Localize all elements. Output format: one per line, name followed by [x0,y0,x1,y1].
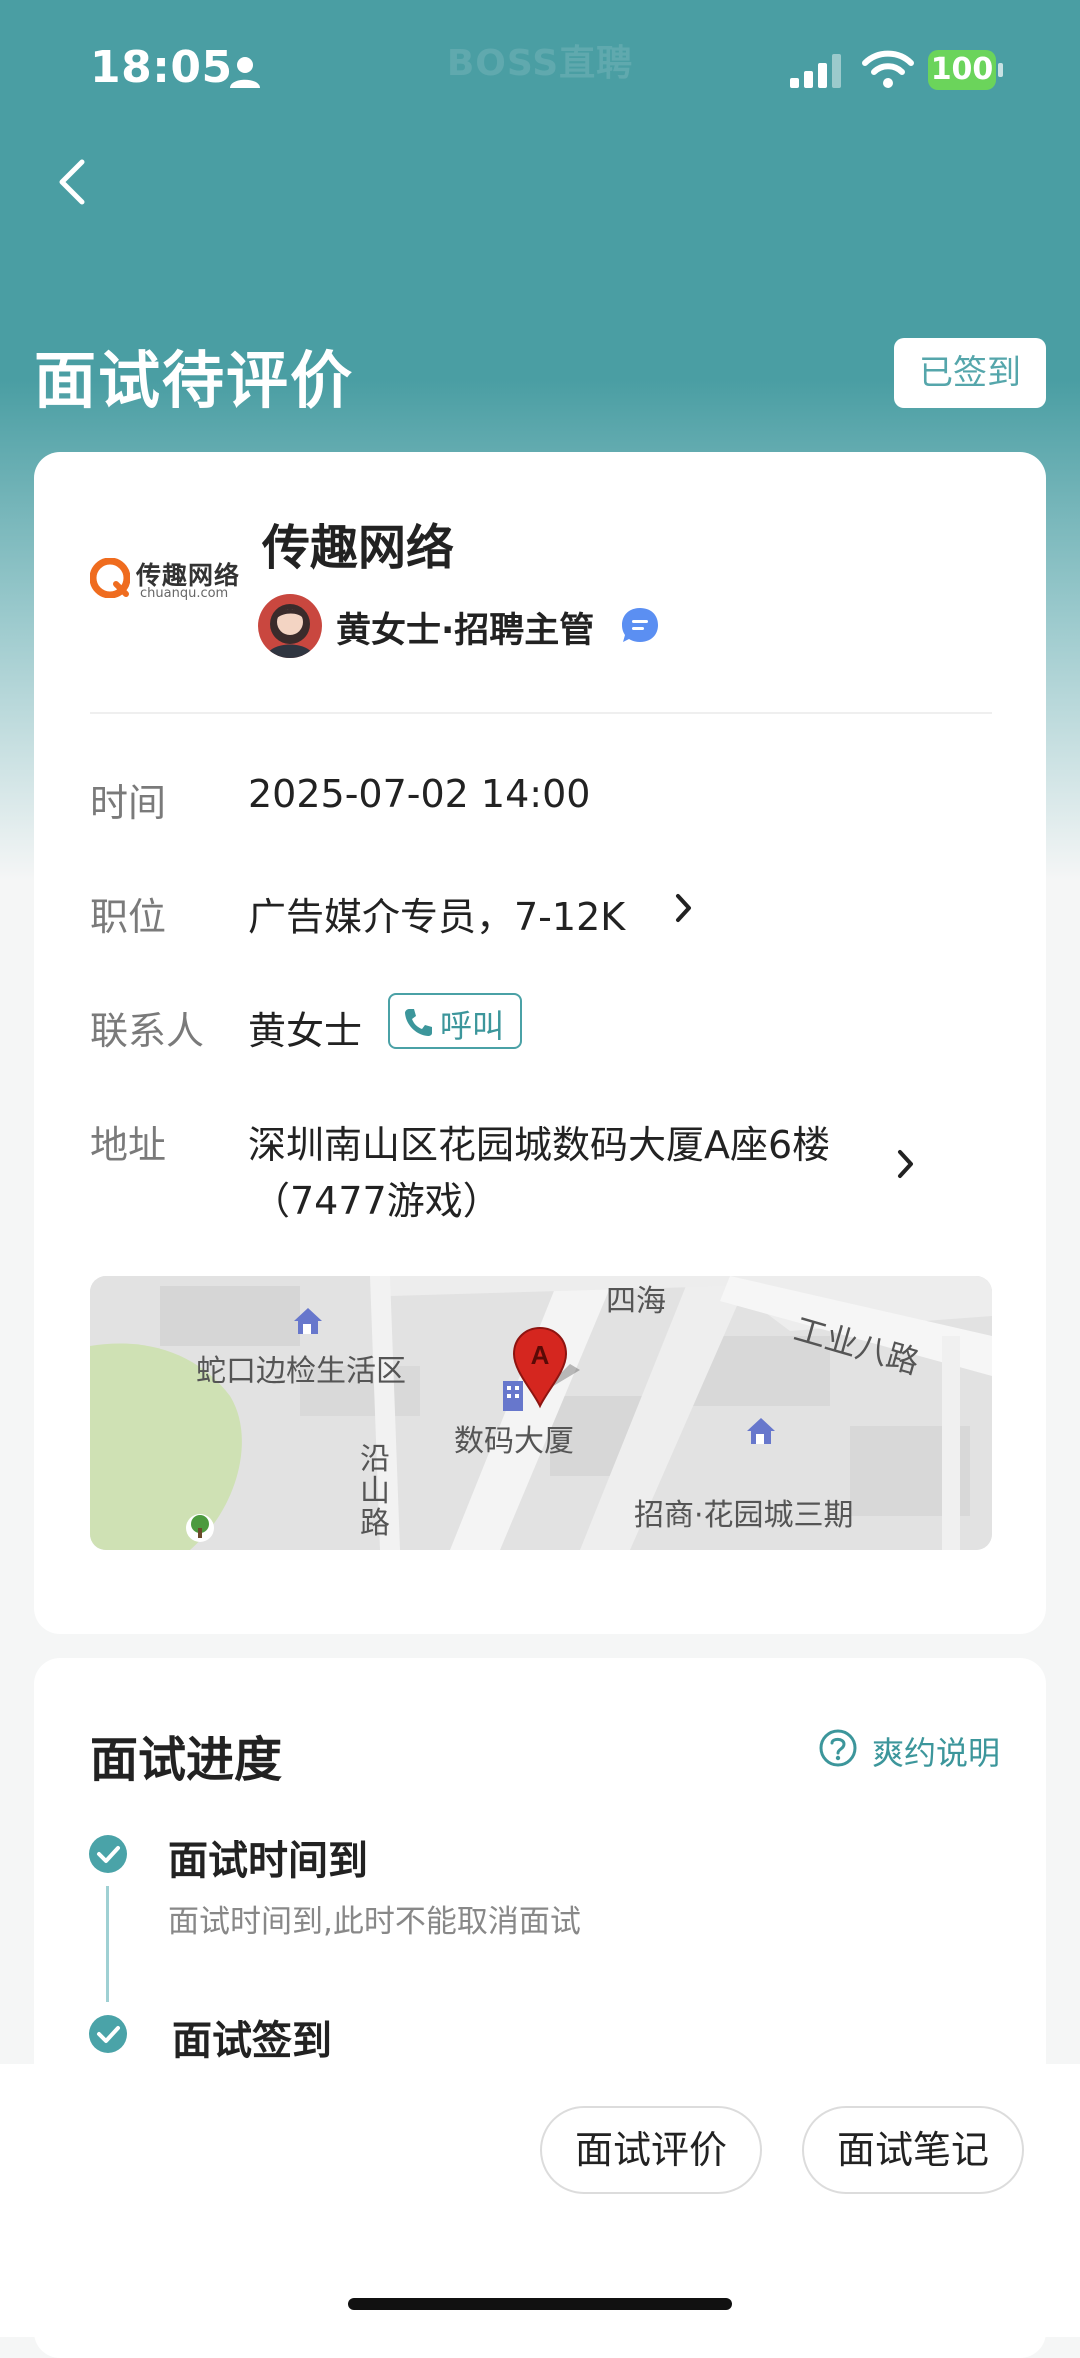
map-label-sihai: 四海 [606,1284,666,1319]
address-line2[interactable]: （7477游戏） [252,1170,501,1225]
time-label: 时间 [90,781,167,825]
step-subtitle: 面试时间到,此时不能取消面试 [168,1904,581,1940]
contact-label: 联系人 [90,1009,205,1053]
map-pin-letter: A [531,1340,550,1370]
app-watermark: BOSS直聘 [446,43,634,84]
bottom-action-bar [0,2064,1080,2337]
position-label: 职位 [90,895,167,939]
no-show-rules-label: 爽约说明 [872,1734,1001,1772]
progress-title: 面试进度 [90,1732,283,1788]
cellular-signal-icon [790,54,841,88]
company-name[interactable]: 传趣网络 [262,508,454,578]
map-label-shekou: 蛇口边检生活区 [196,1354,406,1389]
map-label-yanshan: 沿山路 [360,1442,390,1541]
status-bar: 18:05 BOSS直聘 100 [0,0,1080,140]
company-logo: 传趣网络 chuanqu.com [90,556,240,602]
divider [90,712,992,714]
wifi-icon [862,50,914,88]
map-label-shuma: 数码大厦 [454,1424,574,1459]
company-logo-mark-icon [90,558,130,598]
time-value: 2025-07-02 14:00 [248,772,591,816]
home-indicator[interactable] [348,2298,732,2310]
signed-in-badge: 已签到 [894,338,1046,408]
chat-icon[interactable] [620,606,660,646]
position-value[interactable]: 广告媒介专员，7-12K [248,886,625,941]
step-title: 面试时间到 [168,1838,368,1884]
battery-level: 100 [928,50,996,90]
page-title: 面试待评价 [34,344,355,417]
evaluate-interview-button[interactable]: 面试评价 [540,2106,762,2194]
map-label-zhaoshang: 招商·花园城三期 [634,1498,854,1533]
recruiter-avatar[interactable] [258,594,322,658]
question-circle-icon [819,1729,857,1767]
battery-tip [998,63,1003,77]
address-label: 地址 [90,1123,167,1167]
contact-value: 黄女士 [248,1009,363,1053]
call-button[interactable]: 呼叫 [388,993,522,1049]
interview-notes-button[interactable]: 面试笔记 [802,2106,1024,2194]
step-check-icon [89,1835,127,1873]
map-graphic: A [90,1276,992,1550]
location-map[interactable]: A 四海 工业八路 蛇口边检生活区 数码大厦 沿山路 招商·花园城三期 [90,1276,992,1550]
company-logo-domain: chuanqu.com [140,586,229,601]
address-line1[interactable]: 深圳南山区花园城数码大厦A座6楼 [248,1114,830,1169]
call-button-label: 呼叫 [440,1007,505,1045]
phone-icon [405,1009,432,1036]
back-chevron-icon[interactable] [42,150,102,210]
step-check-icon [89,2015,127,2053]
position-chevron-icon[interactable] [670,890,696,926]
address-chevron-icon[interactable] [892,1146,918,1182]
recruiter-name-title: 黄女士·招聘主管 [336,611,595,651]
battery-indicator: 100 [928,50,1004,92]
step-connector [106,1886,109,2002]
step-title: 面试签到 [172,2018,332,2064]
